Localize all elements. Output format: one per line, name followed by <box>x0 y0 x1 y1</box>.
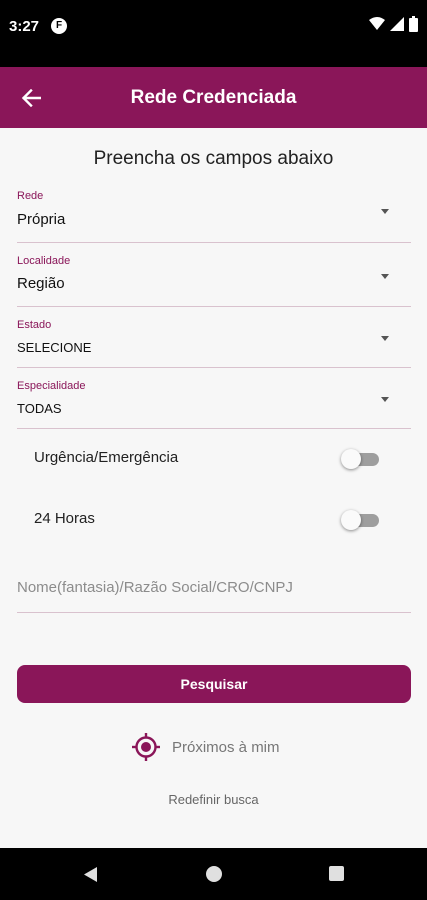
urgencia-label: Urgência/Emergência <box>34 449 179 466</box>
24-horas-switch[interactable] <box>341 510 381 530</box>
localidade-value: Região <box>17 275 65 292</box>
system-nav-bar <box>0 848 427 900</box>
dropdown-arrow-icon <box>381 336 389 341</box>
signal-icon <box>390 17 404 31</box>
wifi-icon <box>369 17 385 30</box>
localidade-label: Localidade <box>17 255 71 267</box>
especialidade-dropdown[interactable]: Especialidade TODAS <box>17 380 411 429</box>
urgencia-toggle-row: Urgência/Emergência <box>34 444 381 474</box>
search-field <box>17 568 411 613</box>
page-title: Rede Credenciada <box>130 87 297 108</box>
24-horas-toggle-row: 24 Horas <box>34 505 381 535</box>
switch-thumb <box>341 510 361 530</box>
main-content: Preencha os campos abaixo Rede Própria L… <box>0 128 427 848</box>
rede-value: Própria <box>17 211 66 228</box>
localidade-dropdown[interactable]: Localidade Região <box>17 255 411 307</box>
rede-dropdown[interactable]: Rede Própria <box>17 190 411 243</box>
recents-square-icon[interactable] <box>329 866 344 881</box>
estado-label: Estado <box>17 319 52 331</box>
status-time: 3:27 <box>9 18 40 35</box>
search-button[interactable]: Pesquisar <box>17 665 411 703</box>
form-heading: Preencha os campos abaixo <box>93 148 334 169</box>
especialidade-label: Especialidade <box>17 380 86 392</box>
status-bar: 3:27 F <box>0 0 427 67</box>
dropdown-arrow-icon <box>381 397 389 402</box>
urgencia-switch[interactable] <box>341 449 381 469</box>
home-circle-icon[interactable] <box>206 866 222 882</box>
nearby-button[interactable]: Próximos à mim <box>131 730 280 764</box>
app-notification-icon: F <box>51 18 67 34</box>
location-target-icon <box>132 733 160 761</box>
dropdown-arrow-icon <box>381 274 389 279</box>
estado-value: SELECIONE <box>17 340 92 355</box>
rede-label: Rede <box>17 190 44 202</box>
back-triangle-icon[interactable] <box>82 866 98 883</box>
search-input[interactable] <box>17 574 411 600</box>
nearby-label: Próximos à mim <box>172 738 280 756</box>
app-bar: Rede Credenciada <box>0 67 427 128</box>
switch-thumb <box>341 449 361 469</box>
battery-icon <box>409 16 418 32</box>
dropdown-arrow-icon <box>381 209 389 214</box>
especialidade-value: TODAS <box>17 401 62 416</box>
estado-dropdown[interactable]: Estado SELECIONE <box>17 319 411 368</box>
reset-search-link[interactable]: Redefinir busca <box>0 792 427 807</box>
24-horas-label: 24 Horas <box>34 510 95 527</box>
status-icons <box>369 16 418 32</box>
